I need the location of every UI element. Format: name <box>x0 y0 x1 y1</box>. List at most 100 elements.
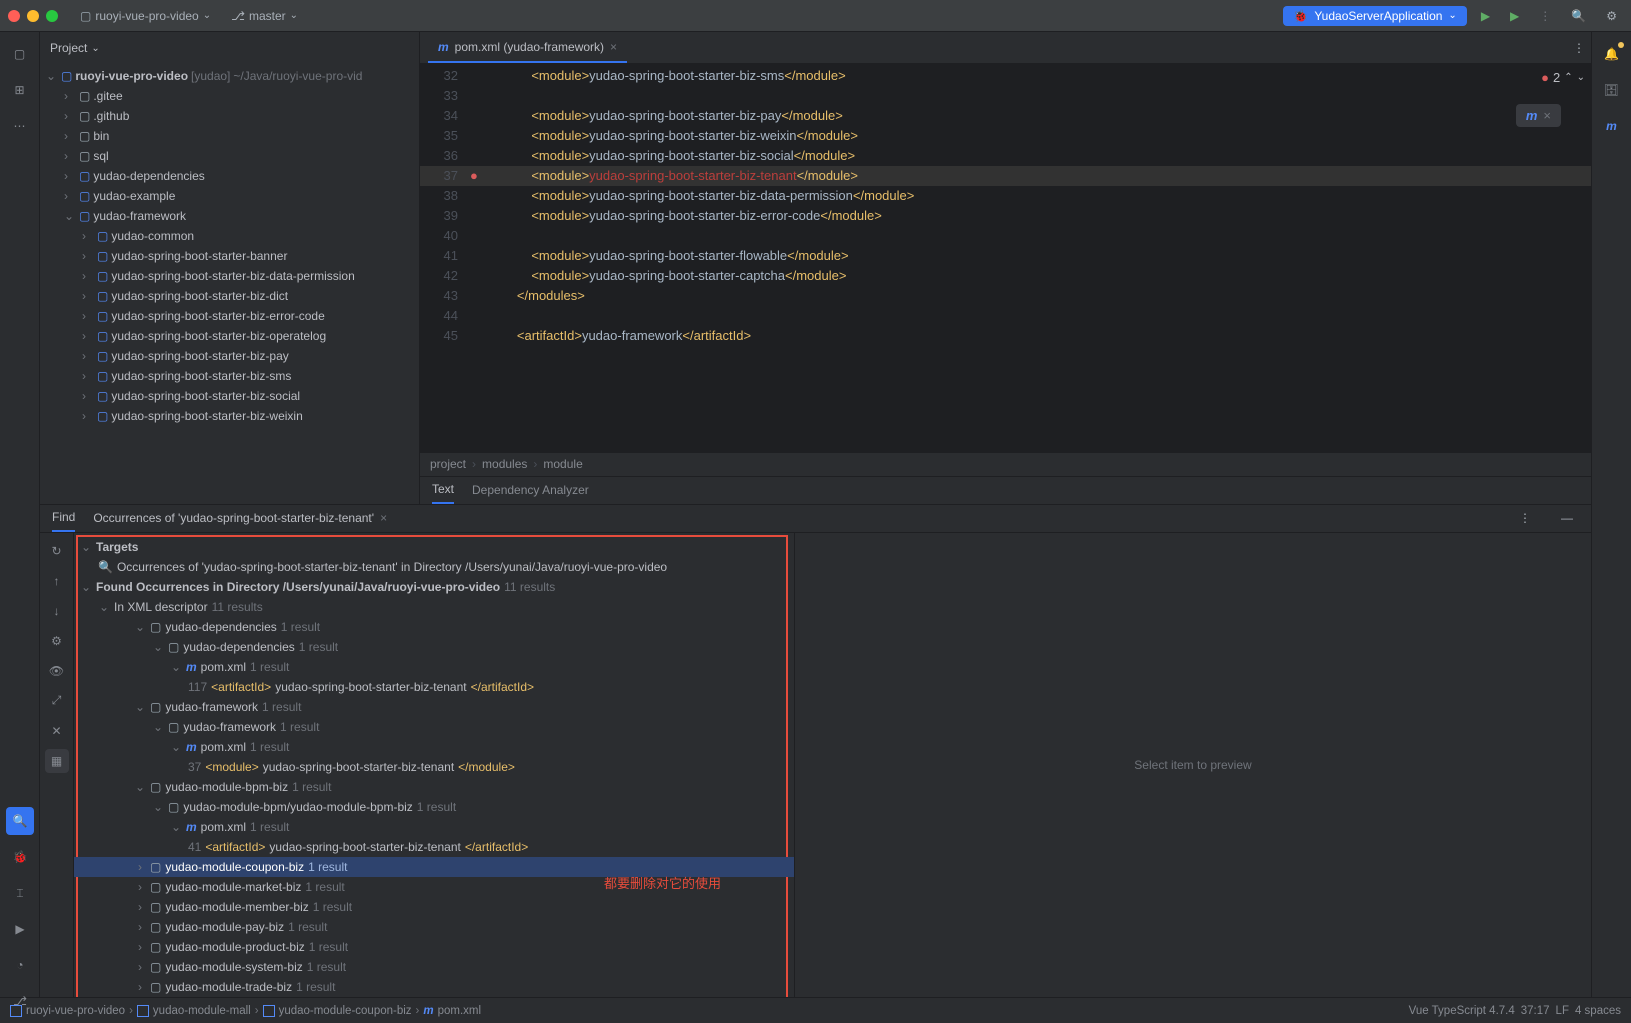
find-minimize-icon[interactable]: — <box>1555 509 1579 527</box>
find-result-row[interactable]: ›▢ yudao-module-system-biz 1 result <box>74 957 794 977</box>
find-results-tree[interactable]: ⌄Targets🔍 Occurrences of 'yudao-spring-b… <box>74 533 794 997</box>
find-result-row[interactable]: ⌄Targets <box>74 537 794 557</box>
project-panel-header[interactable]: Project ⌄ <box>40 32 419 64</box>
code-line[interactable]: 42 <module>yudao-spring-boot-starter-cap… <box>420 266 1591 286</box>
find-result-row[interactable]: 37 <module>yudao-spring-boot-starter-biz… <box>74 757 794 777</box>
find-result-row[interactable]: ⌄▢ yudao-framework 1 result <box>74 717 794 737</box>
structure-tool-button[interactable]: ⊞ <box>6 76 34 104</box>
find-result-row[interactable]: ⌄m pom.xml 1 result <box>74 657 794 677</box>
tree-item[interactable]: ›▢ yudao-example <box>40 186 419 206</box>
tree-item[interactable]: ›▢ yudao-spring-boot-starter-biz-weixin <box>40 406 419 426</box>
find-result-row[interactable]: ⌄▢ yudao-dependencies 1 result <box>74 617 794 637</box>
find-result-row[interactable]: ⌄▢ yudao-dependencies 1 result <box>74 637 794 657</box>
sub-tab-dependency-analyzer[interactable]: Dependency Analyzer <box>472 477 589 504</box>
find-more-icon[interactable]: ⋮ <box>1513 509 1537 527</box>
editor[interactable]: 32 <module>yudao-spring-boot-starter-biz… <box>420 64 1591 452</box>
close-icon[interactable]: × <box>380 511 387 525</box>
find-occurrences-tab[interactable]: Occurrences of 'yudao-spring-boot-starte… <box>93 511 387 525</box>
notifications-icon[interactable]: 🔔 <box>1598 40 1626 68</box>
tree-item[interactable]: ›▢ yudao-spring-boot-starter-biz-operate… <box>40 326 419 346</box>
find-result-row[interactable]: ⌄m pom.xml 1 result <box>74 817 794 837</box>
expand-icon[interactable]: ⤢ <box>45 689 69 713</box>
navbar-breadcrumb[interactable]: ruoyi-vue-pro-video› yudao-module-mall› … <box>10 1005 481 1017</box>
more-tool-button[interactable]: ⋯ <box>6 112 34 140</box>
find-result-row[interactable]: ⌄In XML descriptor 11 results <box>74 597 794 617</box>
code-line[interactable]: 43 </modules> <box>420 286 1591 306</box>
code-line[interactable]: 35 <module>yudao-spring-boot-starter-biz… <box>420 126 1591 146</box>
settings-icon[interactable]: ⚙ <box>1600 7 1623 25</box>
tree-item[interactable]: ›▢ bin <box>40 126 419 146</box>
tree-item[interactable]: ⌄▢ yudao-framework <box>40 206 419 226</box>
run-tool-button[interactable]: ▶ <box>6 915 34 943</box>
tree-item[interactable]: ›▢ .gitee <box>40 86 419 106</box>
navbar-item[interactable]: yudao-module-coupon-biz <box>263 1005 412 1017</box>
search-icon[interactable]: 🔍 <box>1565 7 1592 25</box>
find-tool-button[interactable]: 🔍 <box>6 807 34 835</box>
find-result-row[interactable]: 🔍 Occurrences of 'yudao-spring-boot-star… <box>74 557 794 577</box>
run-button[interactable]: ▶ <box>1475 7 1496 25</box>
tree-item[interactable]: ›▢ yudao-spring-boot-starter-biz-data-pe… <box>40 266 419 286</box>
more-actions-icon[interactable]: ⋮ <box>1533 7 1557 25</box>
remove-icon[interactable]: ✕ <box>45 719 69 743</box>
code-line[interactable]: 36 <module>yudao-spring-boot-starter-biz… <box>420 146 1591 166</box>
sub-tab-text[interactable]: Text <box>432 477 454 504</box>
project-tree[interactable]: ⌄▢ ruoyi-vue-pro-video [yudao] ~/Java/ru… <box>40 64 419 504</box>
code-line[interactable]: 39 <module>yudao-spring-boot-starter-biz… <box>420 206 1591 226</box>
find-tab[interactable]: Find <box>52 505 75 532</box>
nav-down-icon[interactable]: ↓ <box>45 599 69 623</box>
sb-caret-pos[interactable]: 37:17 <box>1521 1005 1550 1017</box>
project-root-row[interactable]: ⌄▢ ruoyi-vue-pro-video [yudao] ~/Java/ru… <box>40 66 419 86</box>
run-configuration[interactable]: 🐞 YudaoServerApplication ⌄ <box>1283 6 1466 26</box>
terminal-tool-button[interactable]: ⌶ <box>6 879 34 907</box>
find-result-row[interactable]: ›▢ yudao-module-pay-biz 1 result <box>74 917 794 937</box>
chevron-up-icon[interactable]: ⌃ <box>1564 72 1572 83</box>
database-icon[interactable]: 🗄 <box>1598 76 1626 104</box>
code-line[interactable]: 33 <box>420 86 1591 106</box>
tree-item[interactable]: ›▢ .github <box>40 106 419 126</box>
breadcrumb-item[interactable]: project <box>430 457 466 471</box>
inspection-widget[interactable]: ● 2 ⌃ ⌄ <box>1541 70 1585 85</box>
vcs-tool-button[interactable]: ⎇ <box>6 987 34 997</box>
close-window-button[interactable] <box>8 10 20 22</box>
find-result-row[interactable]: 117 <artifactId>yudao-spring-boot-starte… <box>74 677 794 697</box>
code-line[interactable]: 32 <module>yudao-spring-boot-starter-biz… <box>420 66 1591 86</box>
debug-tool-button[interactable]: 🐞 <box>6 843 34 871</box>
breadcrumb-item[interactable]: modules <box>482 457 527 471</box>
find-result-row[interactable]: ⌄m pom.xml 1 result <box>74 737 794 757</box>
code-line[interactable]: 41 <module>yudao-spring-boot-starter-flo… <box>420 246 1591 266</box>
nav-up-icon[interactable]: ↑ <box>45 569 69 593</box>
layout-icon[interactable]: ▦ <box>45 749 69 773</box>
maven-icon[interactable]: m <box>1598 112 1626 140</box>
chevron-down-icon[interactable]: ⌄ <box>1577 72 1585 83</box>
editor-tab-pom[interactable]: m pom.xml (yudao-framework) × <box>428 32 627 63</box>
tree-item[interactable]: ›▢ yudao-dependencies <box>40 166 419 186</box>
code-line[interactable]: 37● <module>yudao-spring-boot-starter-bi… <box>420 166 1591 186</box>
sb-line-sep[interactable]: LF <box>1556 1005 1569 1017</box>
navbar-item[interactable]: m pom.xml <box>423 1005 481 1017</box>
find-result-row[interactable]: ⌄▢ yudao-module-bpm/yudao-module-bpm-biz… <box>74 797 794 817</box>
sb-vue-ts[interactable]: Vue TypeScript 4.7.4 <box>1409 1005 1515 1017</box>
find-result-row[interactable]: ›▢ yudao-module-product-biz 1 result <box>74 937 794 957</box>
find-result-row[interactable]: ⌄▢ yudao-module-bpm-biz 1 result <box>74 777 794 797</box>
code-line[interactable]: 34 <module>yudao-spring-boot-starter-biz… <box>420 106 1591 126</box>
code-line[interactable]: 40 <box>420 226 1591 246</box>
code-line[interactable]: 45 <artifactId>yudao-framework</artifact… <box>420 326 1591 346</box>
close-icon[interactable]: × <box>1543 108 1551 123</box>
sb-indent[interactable]: 4 spaces <box>1575 1005 1621 1017</box>
navbar-item[interactable]: yudao-module-mall <box>137 1005 251 1017</box>
find-result-row[interactable]: ›▢ yudao-module-member-biz 1 result <box>74 897 794 917</box>
vcs-branch[interactable]: ⎇ master ⌄ <box>225 7 304 25</box>
tree-item[interactable]: ›▢ yudao-spring-boot-starter-banner <box>40 246 419 266</box>
breadcrumb-item[interactable]: module <box>543 457 582 471</box>
close-tab-icon[interactable]: × <box>610 40 617 54</box>
preview-icon[interactable]: 👁 <box>45 659 69 683</box>
find-result-row[interactable]: ⌄Found Occurrences in Directory /Users/y… <box>74 577 794 597</box>
editor-breadcrumb[interactable]: project›modules›module <box>420 452 1591 476</box>
services-tool-button[interactable]: ◔ <box>6 951 34 979</box>
tree-item[interactable]: ›▢ sql <box>40 146 419 166</box>
tree-item[interactable]: ›▢ yudao-spring-boot-starter-biz-error-c… <box>40 306 419 326</box>
tree-item[interactable]: ›▢ yudao-spring-boot-starter-biz-social <box>40 386 419 406</box>
tree-item[interactable]: ›▢ yudao-spring-boot-starter-biz-sms <box>40 366 419 386</box>
find-result-row[interactable]: ›▢ yudao-module-trade-biz 1 result <box>74 977 794 997</box>
project-tool-button[interactable]: ▢ <box>6 40 34 68</box>
